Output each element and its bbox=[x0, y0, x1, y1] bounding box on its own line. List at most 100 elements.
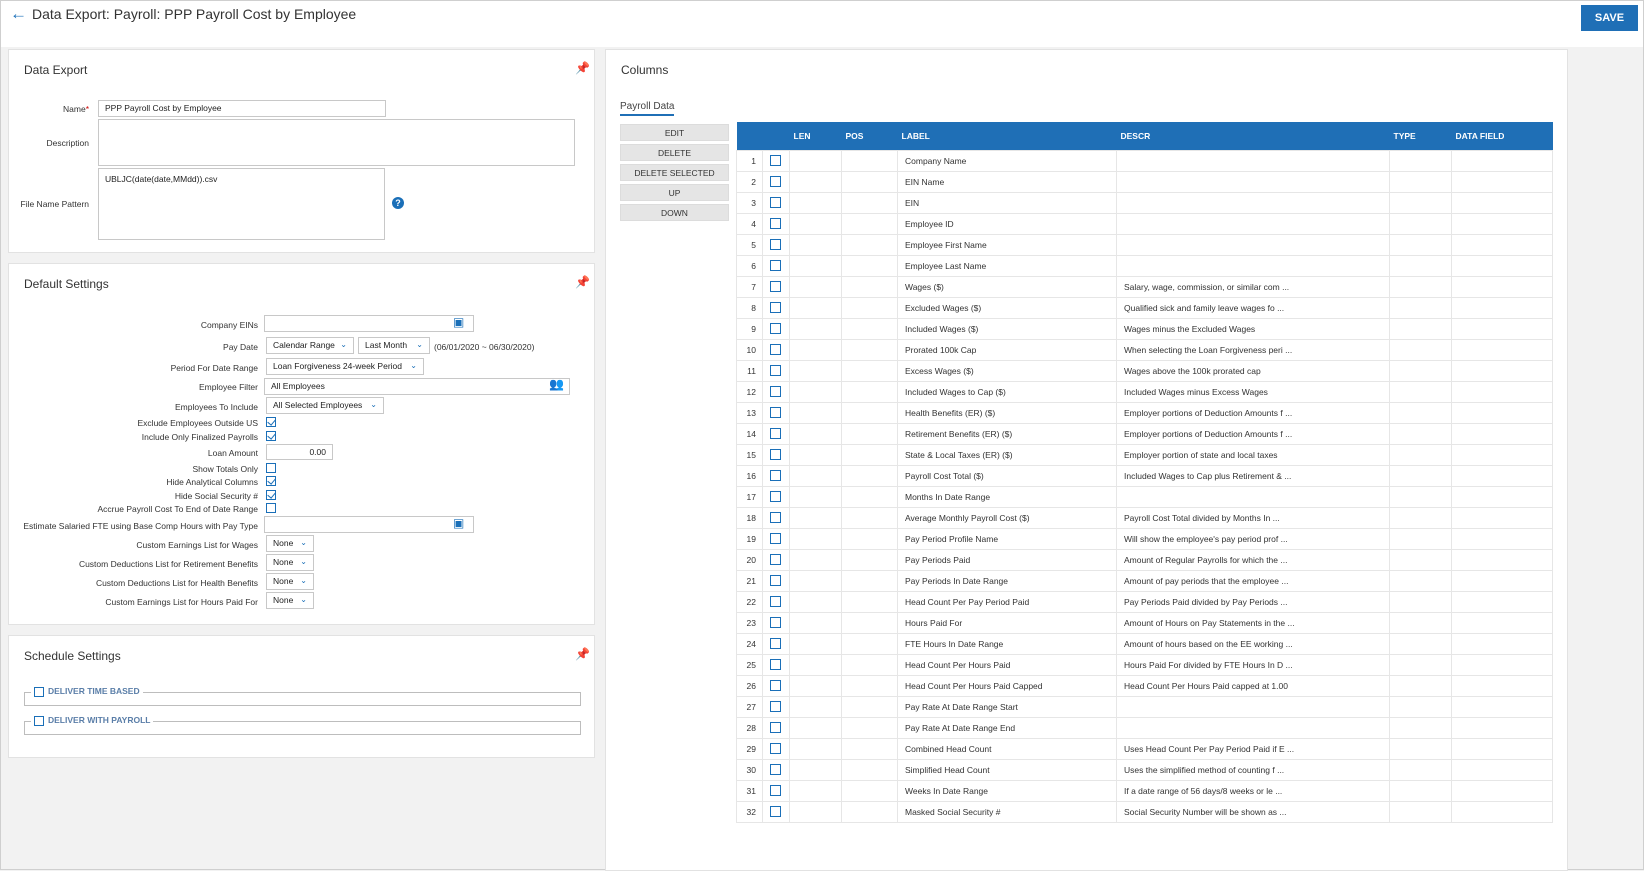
table-row[interactable]: 10 Prorated 100k Cap When selecting the Lo… bbox=[736, 338, 1553, 361]
hide-analytical-checkbox[interactable] bbox=[266, 476, 276, 486]
table-row[interactable]: 2 EIN Name bbox=[736, 170, 1553, 193]
table-row[interactable]: 6 Employee Last Name bbox=[736, 254, 1553, 277]
row-checkbox[interactable] bbox=[770, 323, 781, 335]
move-up-button[interactable]: UP bbox=[620, 184, 729, 201]
period-select[interactable]: Loan Forgiveness 24-week Period ⌄ bbox=[266, 358, 424, 375]
table-row[interactable]: 32 Masked Social Security # Social Securit… bbox=[736, 800, 1553, 823]
row-checkbox[interactable] bbox=[770, 470, 781, 482]
deliver-with-payroll-checkbox[interactable] bbox=[34, 715, 44, 726]
help-icon[interactable]: ? bbox=[392, 197, 404, 209]
row-checkbox[interactable] bbox=[770, 764, 781, 776]
row-checkbox[interactable] bbox=[770, 491, 781, 503]
pay-date-range-select[interactable]: Last Month ⌄ bbox=[358, 337, 430, 354]
row-checkbox[interactable] bbox=[770, 512, 781, 524]
totals-only-checkbox[interactable] bbox=[266, 463, 276, 473]
deliver-time-based-checkbox[interactable] bbox=[34, 686, 44, 697]
column-header-data-field[interactable]: DATA FIELD bbox=[1451, 122, 1553, 150]
table-row[interactable]: 14 Retirement Benefits (ER) ($) Employer p… bbox=[736, 422, 1553, 445]
table-row[interactable]: 3 EIN bbox=[736, 191, 1553, 214]
row-checkbox[interactable] bbox=[770, 407, 781, 419]
deliver-time-based-toggle[interactable]: DELIVER TIME BASED bbox=[31, 686, 143, 697]
table-row[interactable]: 23 Hours Paid For Amount of Hours on Pay S… bbox=[736, 611, 1553, 634]
delete-button[interactable]: DELETE bbox=[620, 144, 729, 161]
deductions-health-select[interactable]: None ⌄ bbox=[266, 573, 314, 590]
table-row[interactable]: 26 Head Count Per Hours Paid Capped Head C… bbox=[736, 674, 1553, 697]
table-row[interactable]: 16 Payroll Cost Total ($) Included Wages t… bbox=[736, 464, 1553, 487]
row-checkbox[interactable] bbox=[770, 260, 781, 272]
table-row[interactable]: 9 Included Wages ($) Wages minus the Exclu… bbox=[736, 317, 1553, 340]
table-row[interactable]: 15 State & Local Taxes (ER) ($) Employer p… bbox=[736, 443, 1553, 466]
row-checkbox[interactable] bbox=[770, 806, 781, 818]
row-checkbox[interactable] bbox=[770, 344, 781, 356]
row-checkbox[interactable] bbox=[770, 281, 781, 293]
table-row[interactable]: 11 Excess Wages ($) Wages above the 100k p… bbox=[736, 359, 1553, 382]
deductions-retirement-select[interactable]: None ⌄ bbox=[266, 554, 314, 571]
lookup-icon[interactable]: ▣ bbox=[453, 315, 464, 329]
employees-include-select[interactable]: All Selected Employees ⌄ bbox=[266, 397, 384, 414]
row-checkbox[interactable] bbox=[770, 596, 781, 608]
table-row[interactable]: 17 Months In Date Range bbox=[736, 485, 1553, 508]
company-eins-input[interactable] bbox=[264, 315, 474, 332]
row-checkbox[interactable] bbox=[770, 554, 781, 566]
table-row[interactable]: 28 Pay Rate At Date Range End bbox=[736, 716, 1553, 739]
table-row[interactable]: 7 Wages ($) Salary, wage, commission, or s… bbox=[736, 275, 1553, 298]
row-checkbox[interactable] bbox=[770, 302, 781, 314]
name-input[interactable]: PPP Payroll Cost by Employee bbox=[98, 100, 386, 117]
exclude-outside-checkbox[interactable] bbox=[266, 417, 276, 427]
table-row[interactable]: 19 Pay Period Profile Name Will show the e… bbox=[736, 527, 1553, 550]
delete-selected-button[interactable]: DELETE SELECTED bbox=[620, 164, 729, 181]
table-row[interactable]: 24 FTE Hours In Date Range Amount of hours… bbox=[736, 632, 1553, 655]
pin-icon[interactable]: 📌 bbox=[575, 275, 590, 289]
row-checkbox[interactable] bbox=[770, 386, 781, 398]
lookup-icon[interactable]: ▣ bbox=[453, 516, 464, 530]
table-row[interactable]: 1 Company Name bbox=[736, 149, 1553, 172]
row-checkbox[interactable] bbox=[770, 659, 781, 671]
column-header-descr[interactable]: DESCR bbox=[1116, 122, 1390, 150]
estimate-fte-input[interactable] bbox=[264, 516, 474, 533]
table-row[interactable]: 27 Pay Rate At Date Range Start bbox=[736, 695, 1553, 718]
row-checkbox[interactable] bbox=[770, 743, 781, 755]
table-row[interactable]: 20 Pay Periods Paid Amount of Regular Payr… bbox=[736, 548, 1553, 571]
row-checkbox[interactable] bbox=[770, 197, 781, 209]
people-icon[interactable]: 👥 bbox=[549, 377, 564, 391]
column-header-type[interactable]: TYPE bbox=[1389, 122, 1452, 150]
earnings-wages-select[interactable]: None ⌄ bbox=[266, 535, 314, 552]
row-checkbox[interactable] bbox=[770, 449, 781, 461]
file-name-pattern-textarea[interactable]: UBLJC(date(date,MMdd)).csv bbox=[98, 168, 385, 240]
table-row[interactable]: 12 Included Wages to Cap ($) Included Wage… bbox=[736, 380, 1553, 403]
table-row[interactable]: 25 Head Count Per Hours Paid Hours Paid Fo… bbox=[736, 653, 1553, 676]
tab-payroll-data[interactable]: Payroll Data bbox=[620, 101, 675, 116]
row-checkbox[interactable] bbox=[770, 533, 781, 545]
description-textarea[interactable] bbox=[98, 119, 575, 166]
table-row[interactable]: 18 Average Monthly Payroll Cost ($) Payrol… bbox=[736, 506, 1553, 529]
move-down-button[interactable]: DOWN bbox=[620, 204, 729, 221]
table-row[interactable]: 29 Combined Head Count Uses Head Count Per… bbox=[736, 737, 1553, 760]
row-checkbox[interactable] bbox=[770, 701, 781, 713]
pin-icon[interactable]: 📌 bbox=[575, 647, 590, 661]
table-row[interactable]: 8 Excluded Wages ($) Qualified sick and fa… bbox=[736, 296, 1553, 319]
row-checkbox[interactable] bbox=[770, 785, 781, 797]
row-checkbox[interactable] bbox=[770, 680, 781, 692]
earnings-hours-select[interactable]: None ⌄ bbox=[266, 592, 314, 609]
table-row[interactable]: 30 Simplified Head Count Uses the simplifi… bbox=[736, 758, 1553, 781]
back-arrow-icon[interactable]: ← bbox=[10, 5, 27, 23]
row-checkbox[interactable] bbox=[770, 722, 781, 734]
save-button[interactable]: SAVE bbox=[1581, 5, 1638, 31]
row-checkbox[interactable] bbox=[770, 239, 781, 251]
accrue-checkbox[interactable] bbox=[266, 503, 276, 513]
finalized-checkbox[interactable] bbox=[266, 431, 276, 441]
employee-filter-input[interactable]: All Employees bbox=[264, 378, 570, 395]
row-checkbox[interactable] bbox=[770, 617, 781, 629]
table-row[interactable]: 5 Employee First Name bbox=[736, 233, 1553, 256]
table-row[interactable]: 22 Head Count Per Pay Period Paid Pay Peri… bbox=[736, 590, 1553, 613]
row-checkbox[interactable] bbox=[770, 575, 781, 587]
pay-date-mode-select[interactable]: Calendar Range ⌄ bbox=[266, 337, 354, 354]
column-header-label[interactable]: LABEL bbox=[897, 122, 1117, 150]
loan-amount-input[interactable]: 0.00 bbox=[266, 444, 333, 460]
table-row[interactable]: 13 Health Benefits (ER) ($) Employer porti… bbox=[736, 401, 1553, 424]
edit-button[interactable]: EDIT bbox=[620, 124, 729, 141]
hide-ssn-checkbox[interactable] bbox=[266, 490, 276, 500]
row-checkbox[interactable] bbox=[770, 365, 781, 377]
deliver-with-payroll-toggle[interactable]: DELIVER WITH PAYROLL bbox=[31, 715, 154, 726]
row-checkbox[interactable] bbox=[770, 176, 781, 188]
